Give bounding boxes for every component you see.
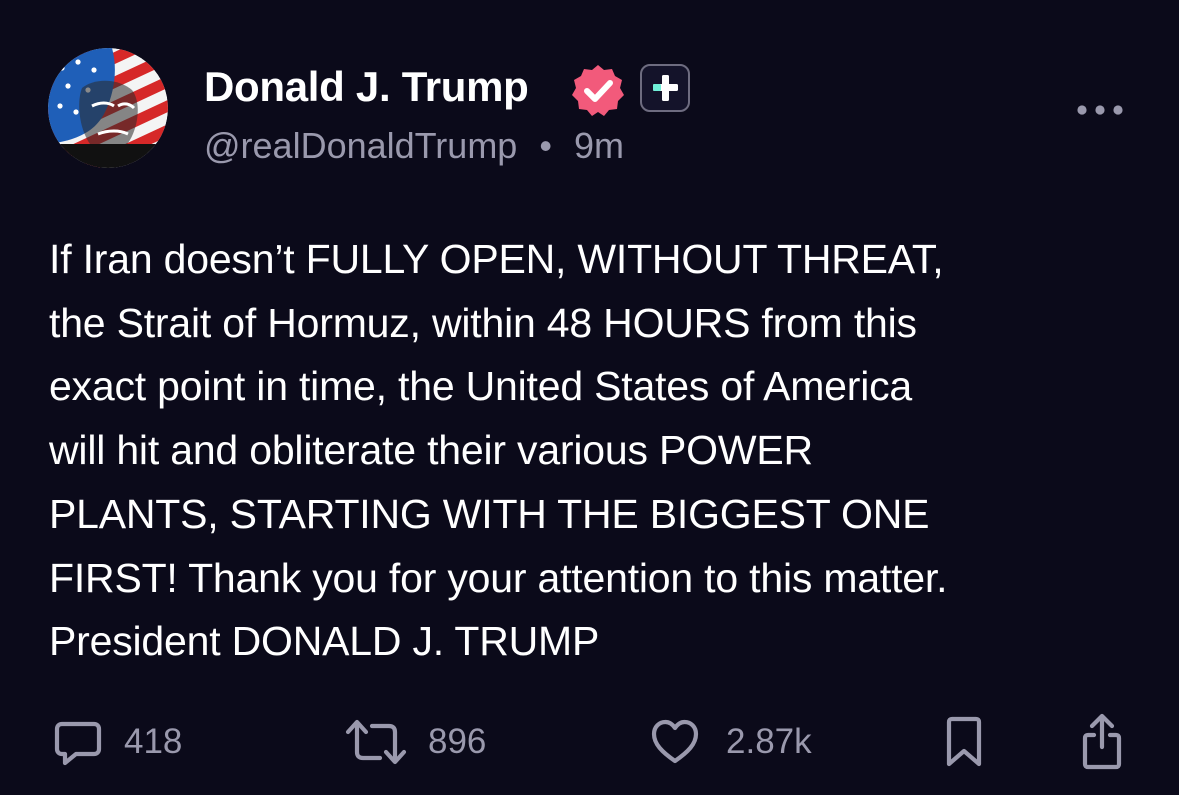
- avatar[interactable]: [48, 48, 168, 168]
- post-card: Donald J. Trump @realDonaldTrump • 9m If…: [0, 0, 1179, 795]
- share-button[interactable]: [1080, 712, 1124, 772]
- repost-button[interactable]: 896: [344, 712, 486, 772]
- author-display-name[interactable]: Donald J. Trump: [204, 62, 529, 112]
- meta-separator: •: [539, 125, 552, 166]
- post-timestamp[interactable]: 9m: [574, 124, 624, 168]
- reply-count: 418: [124, 722, 183, 761]
- repost-count: 896: [428, 722, 487, 761]
- bookmark-icon: [946, 716, 982, 767]
- heart-icon: [651, 719, 699, 764]
- verified-badge-icon: [570, 62, 626, 118]
- author-meta: @realDonaldTrump • 9m: [204, 124, 624, 168]
- like-count: 2.87k: [726, 722, 812, 761]
- repost-icon: [345, 719, 407, 765]
- reply-icon: [54, 721, 102, 766]
- post-actions-bar: 418 896 2.87k: [0, 712, 1179, 772]
- author-handle[interactable]: @realDonaldTrump: [204, 124, 517, 168]
- more-options-icon[interactable]: [1074, 98, 1126, 122]
- plus-badge-icon: [640, 64, 690, 112]
- bookmark-button[interactable]: [944, 712, 984, 772]
- avatar-image: [48, 48, 168, 168]
- share-icon: [1082, 713, 1122, 770]
- like-button[interactable]: 2.87k: [650, 712, 812, 772]
- reply-button[interactable]: 418: [52, 712, 182, 772]
- post-body-text: If Iran doesn’t FULLY OPEN, WITHOUT THRE…: [49, 236, 948, 665]
